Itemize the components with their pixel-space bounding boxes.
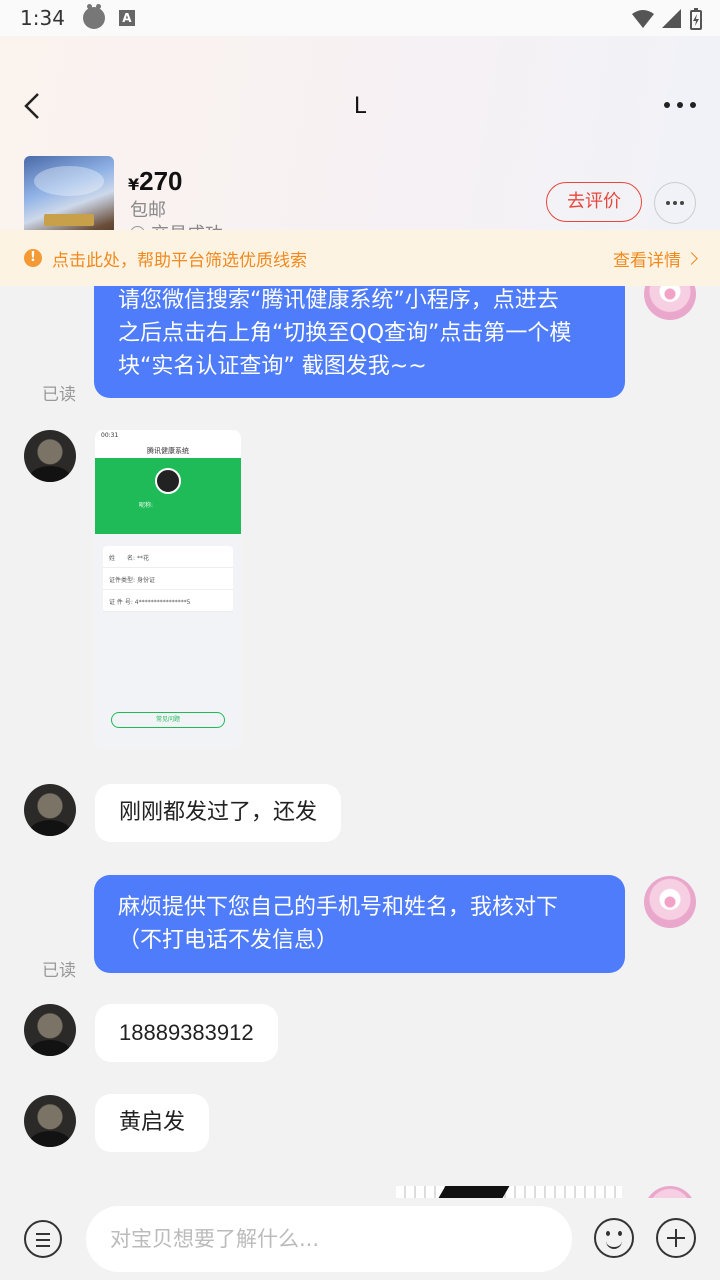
message-bubble-incoming[interactable]: 18889383912 bbox=[95, 1004, 278, 1062]
product-options-button[interactable] bbox=[654, 182, 696, 224]
emoji-icon[interactable] bbox=[594, 1218, 634, 1258]
read-status: 已读 bbox=[42, 385, 76, 405]
a-notification-icon: A bbox=[118, 10, 135, 26]
shipping-label: 包邮 bbox=[130, 200, 166, 221]
notice-text: 点击此处，帮助平台筛选优质线索 bbox=[52, 250, 307, 271]
wifi-icon bbox=[632, 10, 654, 28]
status-time: 1:34 bbox=[20, 6, 65, 30]
product-price: ¥270 bbox=[128, 166, 183, 196]
message-bubble-outgoing[interactable]: 麻烦提供下您自己的手机号和姓名，我核对下 （不打电话不发信息） bbox=[94, 875, 625, 973]
seller-avatar[interactable] bbox=[644, 1186, 696, 1198]
app-notification-icon bbox=[82, 4, 105, 29]
seller-avatar[interactable] bbox=[644, 286, 696, 320]
user-avatar[interactable] bbox=[24, 1095, 76, 1147]
plus-icon[interactable] bbox=[656, 1218, 696, 1258]
user-avatar[interactable] bbox=[24, 430, 76, 482]
chat-header: L ¥270 包邮 交易成功 去评价 bbox=[0, 36, 720, 246]
message-bubble-incoming[interactable]: 刚刚都发过了，还发 bbox=[95, 784, 342, 842]
message-bubble-incoming[interactable]: 黄启发 bbox=[95, 1094, 210, 1152]
message-bubble-outgoing[interactable]: 请您微信搜索“腾讯健康系统”小程序，点进去 之后点击右上角“切换至QQ查询”点击… bbox=[94, 286, 625, 398]
warning-icon: ! bbox=[24, 249, 42, 267]
status-bar: 1:34 A bbox=[0, 0, 720, 36]
more-options-icon[interactable] bbox=[664, 100, 696, 110]
menu-icon[interactable] bbox=[24, 1220, 62, 1258]
user-avatar[interactable] bbox=[24, 1004, 76, 1056]
chevron-right-icon bbox=[685, 251, 698, 265]
message-image-partial[interactable] bbox=[396, 1186, 622, 1198]
user-avatar[interactable] bbox=[24, 784, 76, 836]
message-image[interactable]: 00:31 腾讯健康系统 昵称: 姓 名: **花 证件类型: 身份证 证 件 … bbox=[95, 430, 241, 750]
status-indicators bbox=[632, 8, 702, 30]
image-time: 00:31 bbox=[101, 432, 119, 439]
image-nickname: 昵称: bbox=[139, 502, 154, 509]
view-details-link[interactable]: 查看详情 bbox=[613, 246, 698, 271]
battery-icon bbox=[690, 8, 702, 30]
message-input[interactable] bbox=[86, 1206, 572, 1272]
image-title: 腾讯健康系统 bbox=[147, 447, 189, 455]
chat-messages[interactable]: 请您微信搜索“腾讯健康系统”小程序，点进去 之后点击右上角“切换至QQ查询”点击… bbox=[0, 286, 720, 1198]
image-info-card: 姓 名: **花 证件类型: 身份证 证 件 号: 4*************… bbox=[103, 546, 233, 612]
signal-icon bbox=[662, 9, 681, 28]
seller-avatar[interactable] bbox=[644, 876, 696, 928]
image-avatar bbox=[155, 468, 181, 494]
input-bar bbox=[0, 1198, 720, 1280]
read-status: 已读 bbox=[42, 961, 76, 981]
review-button[interactable]: 去评价 bbox=[546, 182, 642, 222]
chat-title: L bbox=[353, 94, 367, 119]
notice-bar[interactable]: ! 点击此处，帮助平台筛选优质线索 查看详情 bbox=[0, 230, 720, 286]
image-faq-button: 常见问题 bbox=[111, 712, 225, 728]
